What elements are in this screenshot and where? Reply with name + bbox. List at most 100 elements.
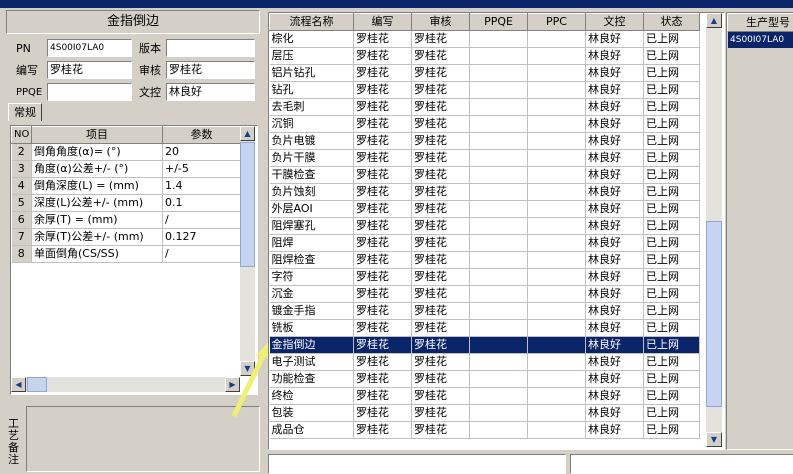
author-field[interactable]: 罗桂花	[47, 61, 132, 79]
param-item-cell: 角度(α)公差+/- (°)	[31, 160, 163, 178]
process-row[interactable]: 棕化 罗桂花 罗桂花 林良好 已上网	[269, 30, 700, 48]
process-row[interactable]: 铣板 罗桂花 罗桂花 林良好 已上网	[269, 319, 700, 337]
process-row[interactable]: 电子测试 罗桂花 罗桂花 林良好 已上网	[269, 353, 700, 371]
col-no[interactable]: NO	[11, 126, 32, 144]
col-process-name[interactable]: 流程名称	[269, 13, 354, 31]
cell-author: 罗桂花	[353, 217, 412, 235]
review-field[interactable]: 罗桂花	[166, 61, 255, 79]
cell-ppqe	[469, 353, 528, 371]
doc-control-field[interactable]: 林良好	[166, 83, 255, 101]
process-row[interactable]: 层压 罗桂花 罗桂花 林良好 已上网	[269, 47, 700, 65]
process-row[interactable]: 金指倒边 罗桂花 罗桂花 林良好 已上网	[269, 336, 700, 354]
cell-doc-control: 林良好	[585, 319, 644, 337]
cell-ppqe	[469, 370, 528, 388]
ppqe-field[interactable]	[47, 83, 132, 101]
cell-doc-control: 林良好	[585, 115, 644, 133]
process-row[interactable]: 去毛刺 罗桂花 罗桂花 林良好 已上网	[269, 98, 700, 116]
model-list-header[interactable]: 生产型号	[727, 13, 793, 32]
process-row[interactable]: 钻孔 罗桂花 罗桂花 林良好 已上网	[269, 81, 700, 99]
process-row[interactable]: 铝片钻孔 罗桂花 罗桂花 林良好 已上网	[269, 64, 700, 82]
param-row[interactable]: 3 角度(α)公差+/- (°) +/-5	[11, 160, 241, 178]
cell-doc-control: 林良好	[585, 302, 644, 320]
param-hscrollbar[interactable]: ◀ ▶	[11, 377, 240, 392]
param-value-cell: /	[162, 211, 241, 229]
process-vscrollbar[interactable]: ▲ ▼	[706, 13, 722, 447]
version-field[interactable]	[166, 39, 255, 57]
param-row[interactable]: 7 余厚(T)公差+/- (mm) 0.127	[11, 228, 241, 246]
remark-box[interactable]	[26, 406, 260, 472]
col-ppc[interactable]: PPC	[527, 13, 586, 31]
cell-review: 罗桂花	[411, 234, 470, 252]
cell-ppc	[527, 30, 586, 48]
process-row[interactable]: 阻焊塞孔 罗桂花 罗桂花 林良好 已上网	[269, 217, 700, 235]
process-row[interactable]: 负片电镀 罗桂花 罗桂花 林良好 已上网	[269, 132, 700, 150]
cell-review: 罗桂花	[411, 98, 470, 116]
pn-field[interactable]: 4S00I07LA0	[47, 39, 132, 57]
pn-label: PN	[16, 42, 31, 55]
scroll-thumb[interactable]	[706, 221, 722, 407]
scroll-thumb[interactable]	[240, 142, 255, 267]
param-row[interactable]: 6 余厚(T) = (mm) /	[11, 211, 241, 229]
cell-process-name: 棕化	[269, 30, 354, 48]
param-row[interactable]: 5 深度(L)公差+/- (mm) 0.1	[11, 194, 241, 212]
process-row[interactable]: 干膜检查 罗桂花 罗桂花 林良好 已上网	[269, 166, 700, 184]
cell-review: 罗桂花	[411, 149, 470, 167]
param-value-cell: 20	[162, 143, 241, 161]
cell-process-name: 终检	[269, 387, 354, 405]
cell-author: 罗桂花	[353, 387, 412, 405]
cell-ppc	[527, 183, 586, 201]
cell-ppc	[527, 268, 586, 286]
process-header-row: 流程名称 编写 审核 PPQE PPC 文控 状态	[269, 13, 700, 31]
process-row[interactable]: 功能检查 罗桂花 罗桂花 林良好 已上网	[269, 370, 700, 388]
param-row[interactable]: 8 单面倒角(CS/SS) /	[11, 245, 241, 263]
param-row[interactable]: 4 倒角深度(L) = (mm) 1.4	[11, 177, 241, 195]
cell-process-name: 负片蚀刻	[269, 183, 354, 201]
cell-doc-control: 林良好	[585, 234, 644, 252]
param-row[interactable]: 2 倒角角度(α)= (°) 20	[11, 143, 241, 161]
process-row[interactable]: 外层AOI 罗桂花 罗桂花 林良好 已上网	[269, 200, 700, 218]
tab-general[interactable]: 常规	[8, 103, 42, 121]
param-item-cell: 倒角深度(L) = (mm)	[31, 177, 163, 195]
process-row[interactable]: 沉金 罗桂花 罗桂花 林良好 已上网	[269, 285, 700, 303]
process-row[interactable]: 成品仓 罗桂花 罗桂花 林良好 已上网	[269, 421, 700, 439]
cell-doc-control: 林良好	[585, 47, 644, 65]
cell-ppqe	[469, 115, 528, 133]
process-row[interactable]: 阻焊 罗桂花 罗桂花 林良好 已上网	[269, 234, 700, 252]
cell-process-name: 成品仓	[269, 421, 354, 439]
scroll-up-icon[interactable]: ▲	[706, 13, 722, 28]
cell-ppqe	[469, 98, 528, 116]
process-row[interactable]: 阻焊检查 罗桂花 罗桂花 林良好 已上网	[269, 251, 700, 269]
col-author[interactable]: 编写	[353, 13, 412, 31]
process-row[interactable]: 包装 罗桂花 罗桂花 林良好 已上网	[269, 404, 700, 422]
bottom-input-left[interactable]	[268, 454, 566, 474]
process-row[interactable]: 终检 罗桂花 罗桂花 林良好 已上网	[269, 387, 700, 405]
col-review[interactable]: 审核	[411, 13, 470, 31]
ppqe-label: PPQE	[16, 87, 43, 98]
scroll-down-icon[interactable]: ▼	[706, 432, 722, 447]
hscroll-thumb[interactable]	[27, 377, 47, 392]
model-list-item[interactable]: 4S00I07LA0	[728, 32, 793, 48]
scroll-up-icon[interactable]: ▲	[240, 126, 255, 141]
process-row[interactable]: 负片干膜 罗桂花 罗桂花 林良好 已上网	[269, 149, 700, 167]
cell-ppqe	[469, 81, 528, 99]
bottom-input-right[interactable]	[570, 454, 793, 474]
cell-process-name: 铝片钻孔	[269, 64, 354, 82]
process-row[interactable]: 负片蚀刻 罗桂花 罗桂花 林良好 已上网	[269, 183, 700, 201]
cell-process-name: 沉金	[269, 285, 354, 303]
scroll-left-icon[interactable]: ◀	[11, 377, 26, 392]
col-item[interactable]: 项目	[31, 126, 163, 144]
cell-status: 已上网	[643, 234, 700, 252]
cell-ppc	[527, 98, 586, 116]
col-param[interactable]: 参数	[162, 126, 241, 144]
cell-review: 罗桂花	[411, 251, 470, 269]
col-status[interactable]: 状态	[643, 13, 700, 31]
process-row[interactable]: 字符 罗桂花 罗桂花 林良好 已上网	[269, 268, 700, 286]
process-row[interactable]: 沉铜 罗桂花 罗桂花 林良好 已上网	[269, 115, 700, 133]
process-row[interactable]: 镀金手指 罗桂花 罗桂花 林良好 已上网	[269, 302, 700, 320]
col-ppqe[interactable]: PPQE	[469, 13, 528, 31]
cell-ppc	[527, 336, 586, 354]
cell-doc-control: 林良好	[585, 251, 644, 269]
cell-author: 罗桂花	[353, 319, 412, 337]
cell-status: 已上网	[643, 404, 700, 422]
col-doc-control[interactable]: 文控	[585, 13, 644, 31]
